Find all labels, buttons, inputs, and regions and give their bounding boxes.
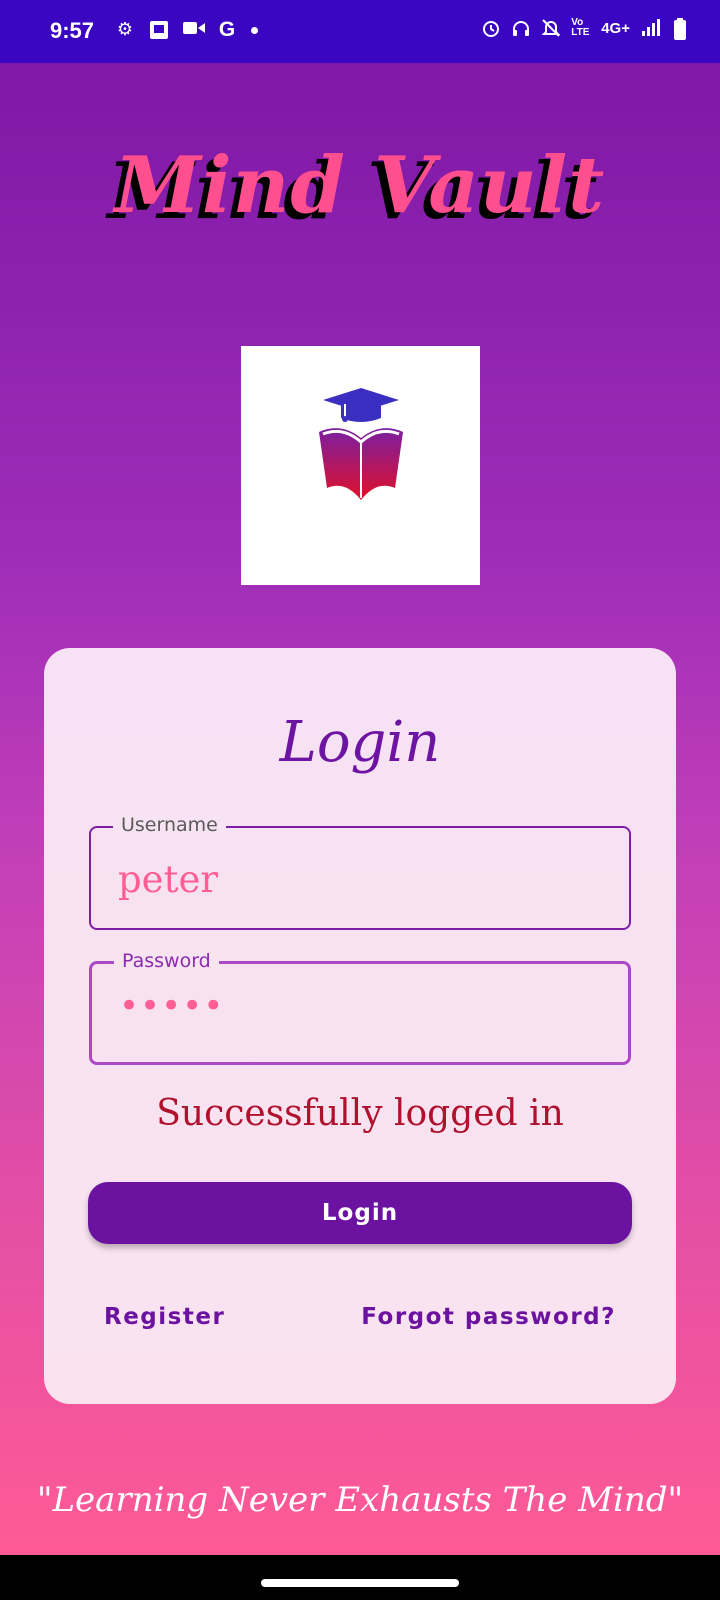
status-time: 9:57	[50, 18, 95, 43]
alarm-icon	[481, 18, 501, 38]
app-logo	[241, 346, 480, 585]
headphones-icon	[511, 18, 531, 38]
volte-icon: Vo LTE	[571, 17, 590, 38]
signal-icon	[640, 18, 660, 38]
username-field[interactable]: Username peter	[89, 814, 631, 930]
register-link[interactable]: Register	[104, 1304, 225, 1330]
status-message: Successfully logged in	[156, 1093, 564, 1134]
username-label: Username	[113, 814, 226, 836]
google-icon: G	[218, 18, 236, 41]
home-gesture-handle[interactable]	[261, 1579, 459, 1587]
video-icon	[183, 20, 205, 40]
dot-icon	[251, 26, 258, 34]
status-bar: 9:57 ⚙ G Vo LTE 4G+	[0, 0, 720, 63]
username-value[interactable]: peter	[118, 858, 218, 901]
login-card: Login Username peter Password ••••• Succ…	[44, 648, 676, 1404]
password-label: Password	[114, 950, 219, 972]
status-left-icons: ⚙ G	[115, 18, 258, 41]
navigation-bar	[0, 1555, 720, 1600]
password-value[interactable]: •••••	[119, 986, 224, 1026]
tagline: "Learning Never Exhausts The Mind"	[36, 1480, 684, 1520]
mute-icon	[541, 18, 561, 38]
battery-icon	[670, 18, 690, 40]
password-field[interactable]: Password •••••	[89, 950, 631, 1065]
network-icon: 4G+	[601, 19, 630, 37]
app-title: Mind Vault	[114, 140, 606, 231]
forgot-password-link[interactable]: Forgot password?	[361, 1304, 616, 1330]
app-screen: 9:57 ⚙ G Vo LTE 4G+ Mind Vault Login Use…	[0, 0, 720, 1555]
login-title: Login	[279, 710, 441, 775]
settings-icon: ⚙	[116, 19, 134, 40]
login-button[interactable]: Login	[88, 1182, 632, 1244]
status-right-icons: Vo LTE 4G+	[481, 17, 690, 40]
graduation-book-icon	[319, 388, 403, 500]
app-badge-icon	[149, 20, 169, 40]
